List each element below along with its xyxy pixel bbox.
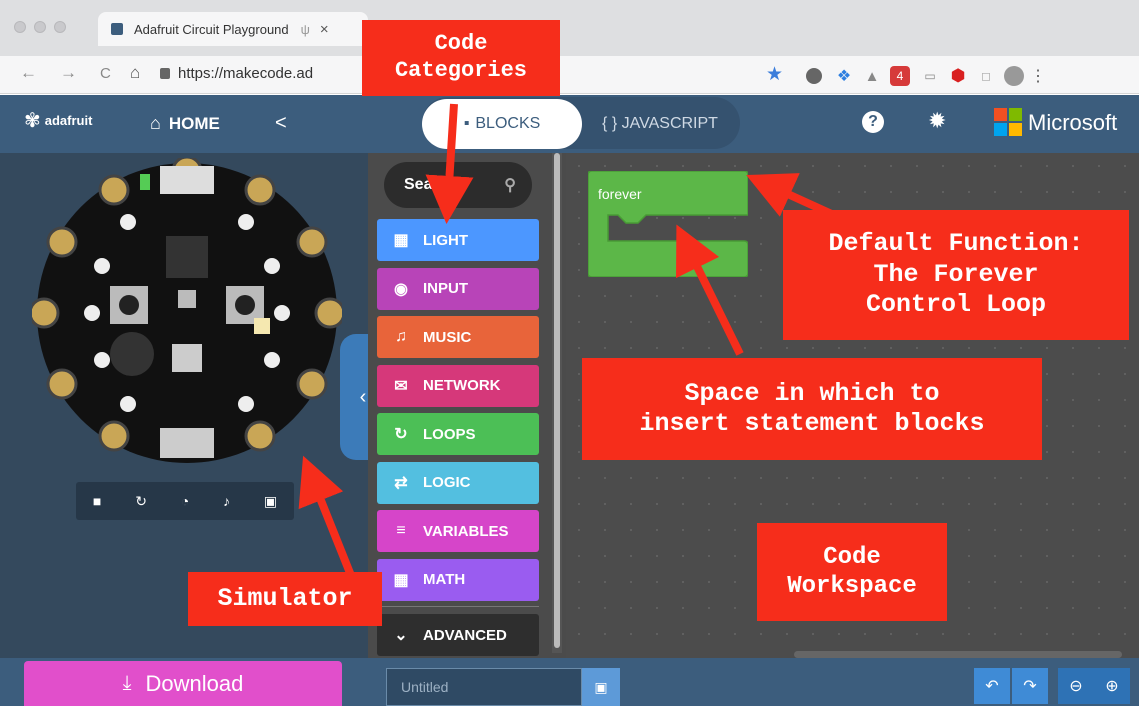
- light-grid-icon: ▦: [393, 232, 409, 249]
- forever-block[interactable]: forever: [588, 171, 748, 277]
- variables-list-icon: ≡: [396, 522, 406, 539]
- undo-icon[interactable]: ↶: [974, 668, 1010, 704]
- usb-icon: ψ: [300, 21, 310, 37]
- microsoft-label[interactable]: Microsoft: [1028, 110, 1117, 136]
- network-chat-icon: ✉: [394, 377, 408, 395]
- cast-icon[interactable]: ▭: [920, 66, 940, 86]
- category-advanced[interactable]: ⌄ ADVANCED: [377, 614, 539, 656]
- window-close-button[interactable]: [14, 21, 26, 33]
- project-name-text: Untitled: [401, 679, 449, 695]
- javascript-tab[interactable]: { } JAVASCRIPT: [585, 99, 735, 149]
- stop-icon[interactable]: ■: [93, 493, 101, 509]
- fullscreen-icon[interactable]: ▣: [264, 493, 277, 510]
- circuit-playground-board[interactable]: [32, 158, 342, 468]
- category-label: LOOPS: [423, 425, 476, 443]
- back-icon[interactable]: ←: [20, 63, 37, 83]
- save-icon[interactable]: ▣: [582, 668, 620, 706]
- reload-icon[interactable]: C: [100, 65, 111, 82]
- help-icon[interactable]: ?: [862, 111, 884, 133]
- url-field[interactable]: https://makecode.ad: [160, 65, 313, 82]
- lock-icon: [160, 68, 170, 79]
- restart-icon[interactable]: ↻: [135, 493, 147, 510]
- settings-gear-icon[interactable]: ✹: [928, 108, 946, 134]
- zoom-out-icon[interactable]: ⊖: [1058, 668, 1094, 704]
- math-calculator-icon: ▦: [393, 571, 409, 589]
- annotation-default-function: Default Function: The Forever Control Lo…: [783, 210, 1129, 340]
- share-icon[interactable]: <: [275, 112, 287, 135]
- adafruit-flower-icon: ✾: [24, 110, 41, 132]
- search-icon: ⚲: [504, 177, 516, 194]
- simulator-controls: ■ ↻ ◔ ♪ ▣: [76, 482, 294, 520]
- forward-icon[interactable]: →: [60, 63, 77, 83]
- category-label: MUSIC: [423, 328, 472, 346]
- chevron-down-icon: ⌄: [394, 627, 408, 644]
- category-light[interactable]: ▦ LIGHT: [377, 219, 539, 261]
- profile-avatar[interactable]: [1004, 66, 1024, 86]
- category-label: LIGHT: [423, 231, 468, 249]
- favicon-icon: [111, 23, 123, 35]
- redo-icon[interactable]: ↷: [1012, 668, 1048, 704]
- tab-title: Adafruit Circuit Playground: [134, 21, 289, 37]
- workspace-scrollbar[interactable]: [794, 651, 1122, 658]
- input-target-icon: ◉: [394, 280, 408, 298]
- category-label: LOGIC: [423, 474, 471, 491]
- loops-icon: ↻: [394, 426, 408, 443]
- category-input[interactable]: ◉ INPUT: [377, 267, 539, 310]
- url-text: https://makecode.ad: [178, 65, 314, 82]
- mute-icon[interactable]: ♪: [223, 493, 230, 509]
- category-label: VARIABLES: [423, 522, 509, 540]
- dropbox-icon[interactable]: ❖: [834, 66, 854, 86]
- menu-dots-icon[interactable]: ⋮: [1030, 66, 1046, 86]
- blocks-tab[interactable]: ▪ BLOCKS: [422, 99, 582, 149]
- slowmo-icon[interactable]: ◔: [181, 493, 189, 509]
- download-icon: ⤓: [122, 672, 132, 694]
- puzzle-icon: ▪: [463, 115, 470, 132]
- home-button[interactable]: ⌂ HOME: [150, 113, 220, 134]
- tab-close-icon[interactable]: ×: [320, 21, 329, 38]
- microsoft-logo-icon: [994, 108, 1022, 136]
- extension-icon[interactable]: [806, 68, 822, 84]
- forever-label: forever: [598, 186, 642, 202]
- category-label: MATH: [423, 571, 466, 588]
- download-button[interactable]: ⤓ Download: [24, 661, 342, 706]
- project-name-input[interactable]: Untitled: [386, 668, 582, 706]
- home-label: HOME: [168, 113, 220, 133]
- category-variables[interactable]: ≡ VARIABLES: [377, 510, 539, 552]
- window-zoom-button[interactable]: [54, 21, 66, 33]
- javascript-label: { } JAVASCRIPT: [602, 115, 718, 132]
- search-text: Sea...: [404, 176, 446, 193]
- adblock-icon[interactable]: ⬢: [948, 66, 968, 86]
- toolbox-divider: [377, 606, 539, 607]
- extension-badge-icon[interactable]: 4: [890, 66, 910, 86]
- badge-count: 4: [896, 69, 904, 83]
- advanced-label: ADVANCED: [423, 626, 507, 644]
- home-nav-icon[interactable]: ⌂: [130, 63, 140, 83]
- annotation-insert-space: Space in which to insert statement block…: [582, 358, 1042, 460]
- drive-icon[interactable]: ▲: [862, 66, 882, 86]
- annotation-code-workspace: Code Workspace: [757, 523, 947, 621]
- category-logic[interactable]: ⇄ LOGIC: [377, 461, 539, 504]
- blocks-label: BLOCKS: [475, 115, 541, 132]
- bookmark-star-icon[interactable]: ★: [766, 63, 783, 86]
- toolbox-search-input[interactable]: Sea... ⚲: [384, 162, 532, 208]
- browser-tab[interactable]: Adafruit Circuit Playground ψ ×: [98, 12, 368, 46]
- music-headphones-icon: ♫: [395, 328, 407, 345]
- category-music[interactable]: ♫ MUSIC: [377, 316, 539, 358]
- category-network[interactable]: ✉ NETWORK: [377, 364, 539, 407]
- annotation-code-categories: Code Categories: [362, 20, 560, 96]
- home-icon: ⌂: [150, 113, 161, 133]
- download-label: Download: [145, 670, 244, 696]
- category-label: NETWORK: [423, 377, 501, 394]
- category-label: INPUT: [423, 280, 468, 297]
- zoom-in-icon[interactable]: ⊕: [1094, 668, 1130, 704]
- category-loops[interactable]: ↻ LOOPS: [377, 413, 539, 455]
- extension-2-icon[interactable]: ◻: [976, 66, 996, 86]
- adafruit-logo[interactable]: ✾ adafruit: [24, 108, 92, 133]
- annotation-simulator: Simulator: [188, 572, 382, 626]
- category-math[interactable]: ▦ MATH: [377, 558, 539, 601]
- logic-shuffle-icon: ⇄: [394, 474, 408, 492]
- toolbox-scrollbar[interactable]: [552, 153, 562, 653]
- brand-text: adafruit: [44, 113, 93, 128]
- window-minimize-button[interactable]: [34, 21, 46, 33]
